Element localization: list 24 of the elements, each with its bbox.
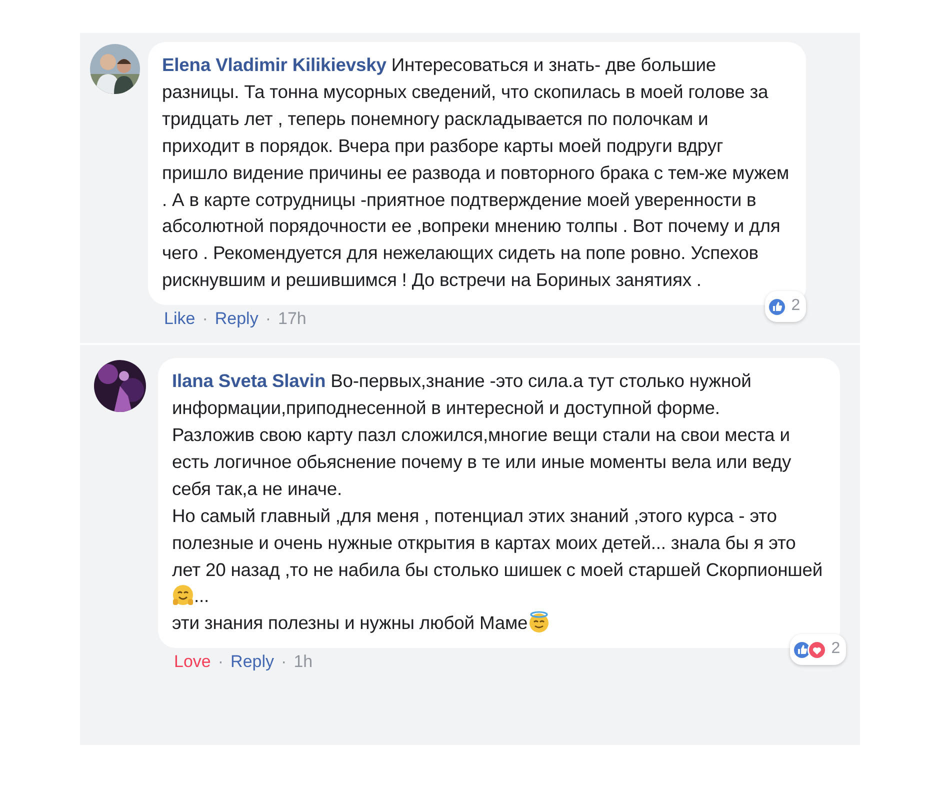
reaction-count: 2 <box>831 639 840 660</box>
comment-text: Разложив свою карту пазл сложился,многие вещи стали на свои места и есть логичное обьяснение почему в те или иные моменты вела или веду себя так,а не иначе. <box>172 422 792 501</box>
separator-dot: · <box>202 308 208 330</box>
like-reaction-icon <box>767 296 788 317</box>
like-link[interactable]: Like <box>164 308 196 330</box>
reply-link[interactable]: Reply <box>214 308 258 330</box>
reaction-badge[interactable]: 2 <box>790 634 846 666</box>
halo-smiley-emoji-icon <box>528 611 550 634</box>
heart-reaction-icon <box>807 640 828 660</box>
comment-text: Elena Vladimir Kilikievsky Интересоваться и знать- две большие разницы. Та тонна мусорных сведений, что скопилась в моей голове за тридцать лет , теперь понемногу раскладывается по полочкам и приходит в порядок. Вчера при разборе карты моей подруги вдруг пришло видение причины ее развода и повторного брака с тем-же мужем . А в карте сотрудницы -приятное подтверждение моей уверенности в абсолютной порядочности ее ,вопреки мнению толпы . Вот почему и для чего . Рекомендуется для нежелающих сидеть на попе ровно. Успехов рискнувшим и решившимся ! До встречи на Бориных занятиях . <box>162 53 790 292</box>
separator-dot: · <box>281 651 287 674</box>
hugging-face-emoji-icon <box>172 584 194 606</box>
love-link[interactable]: Love <box>174 651 211 674</box>
comment-text: Но самый главный ,для меня , потенциал этих знаний ,этого курса - это полезные и очень нужные открытия в картах моих детей... знала бы я это лет 20 назад ,то не набила бы столько шишек с моей старшей Скорпионшей ... <box>172 504 824 608</box>
comment-text: Ilana Sveta Slavin Во-первых,знание -это сила.а тут столько нужной информации,приподнесенной в интересной и доступной форме. <box>172 369 752 420</box>
separator-dot: · <box>265 308 271 330</box>
timestamp: 1h <box>294 651 313 674</box>
reaction-count: 2 <box>791 296 800 316</box>
separator-dot: · <box>218 651 224 674</box>
reply-link[interactable]: Reply <box>230 651 274 674</box>
author-link[interactable]: Ilana Sveta Slavin <box>172 370 326 392</box>
author-link[interactable]: Elena Vladimir Kilikievsky <box>162 54 386 75</box>
reaction-badge[interactable]: 2 <box>765 291 806 322</box>
timestamp: 17h <box>278 308 306 330</box>
